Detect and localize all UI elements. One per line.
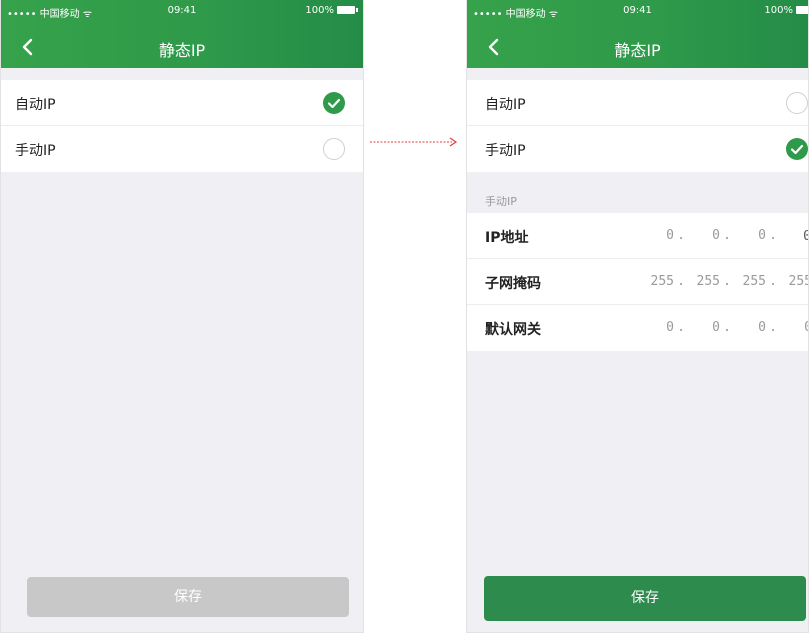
octet-separator: . xyxy=(677,320,685,335)
nav-bar: ••••• 中国移动 ᯤ 09:41 100% 静态IP xyxy=(1,0,363,68)
octet-separator: . xyxy=(677,274,685,289)
octet-separator: . xyxy=(677,228,685,243)
battery-percent: 100% xyxy=(305,5,334,16)
status-bar: ••••• 中国移动 ᯤ 09:41 100% xyxy=(1,0,363,22)
octet-input[interactable]: 255 xyxy=(780,274,808,289)
octet-inputs: 0. 0. 0. 0 xyxy=(642,320,808,335)
radio-checked[interactable] xyxy=(786,138,808,160)
octet-input[interactable]: 255 xyxy=(688,274,720,289)
ip-mode-list: 自动IP 手动IP xyxy=(1,80,363,172)
field-label: 默认网关 xyxy=(485,322,541,338)
option-manual-ip[interactable]: 手动IP xyxy=(1,126,363,172)
option-label: 手动IP xyxy=(485,143,526,159)
octet-value: 0 xyxy=(803,229,808,244)
save-button-disabled: 保存 xyxy=(27,577,349,617)
octet-separator: . xyxy=(769,320,777,335)
octet-separator: . xyxy=(769,274,777,289)
ip-fields-list: IP地址 0. 0. 0. 0 子网掩码 255. 255. 255. 255 … xyxy=(467,213,808,351)
octet-input[interactable]: 0 xyxy=(688,228,720,244)
option-label: 自动IP xyxy=(485,97,526,113)
check-circle-icon xyxy=(327,98,341,109)
status-bar: ••••• 中国移动 ᯤ 09:41 100% xyxy=(467,0,808,22)
section-header-manual-ip: 手动IP xyxy=(485,195,517,208)
field-label: 子网掩码 xyxy=(485,276,541,292)
battery-percent: 100% xyxy=(764,5,793,16)
option-label: 手动IP xyxy=(15,143,56,159)
octet-inputs: 0. 0. 0. 0 xyxy=(642,228,808,244)
octet-input[interactable]: 0 xyxy=(734,228,766,244)
option-manual-ip[interactable]: 手动IP xyxy=(467,126,808,172)
battery-status: 100% xyxy=(764,5,808,16)
octet-input[interactable]: 255 xyxy=(734,274,766,289)
default-gateway-field[interactable]: 默认网关 0. 0. 0. 0 xyxy=(467,305,808,351)
octet-separator: . xyxy=(723,274,731,289)
save-button[interactable]: 保存 xyxy=(484,576,806,621)
field-label: IP地址 xyxy=(485,230,529,246)
phone-screen-manual-ip: ••••• 中国移动 ᯤ 09:41 100% 静态IP 自动IP 手动IP 手… xyxy=(466,0,809,633)
battery-status: 100% xyxy=(305,5,358,16)
radio-checked[interactable] xyxy=(323,92,345,114)
octet-input[interactable]: 0 xyxy=(688,320,720,335)
option-label: 自动IP xyxy=(15,97,56,113)
empty-circle-icon[interactable] xyxy=(786,92,808,114)
option-auto-ip[interactable]: 自动IP xyxy=(1,80,363,126)
battery-icon xyxy=(337,6,358,14)
page-title: 静态IP xyxy=(614,41,661,60)
octet-input-focused[interactable]: 0 xyxy=(780,228,808,244)
transition-arrow-icon xyxy=(370,137,458,147)
octet-input[interactable]: 0 xyxy=(642,228,674,244)
page-title: 静态IP xyxy=(158,41,206,60)
ip-mode-list: 自动IP 手动IP xyxy=(467,80,808,172)
ip-address-field[interactable]: IP地址 0. 0. 0. 0 xyxy=(467,213,808,259)
subnet-mask-field[interactable]: 子网掩码 255. 255. 255. 255 xyxy=(467,259,808,305)
nav-bar: ••••• 中国移动 ᯤ 09:41 100% 静态IP xyxy=(467,0,808,68)
octet-input[interactable]: 0 xyxy=(780,320,808,335)
battery-icon xyxy=(796,6,808,14)
octet-input[interactable]: 0 xyxy=(642,320,674,335)
octet-separator: . xyxy=(723,320,731,335)
octet-input[interactable]: 255 xyxy=(642,274,674,289)
octet-separator: . xyxy=(723,228,731,243)
option-auto-ip[interactable]: 自动IP xyxy=(467,80,808,126)
octet-inputs: 255. 255. 255. 255 xyxy=(642,274,808,289)
octet-separator: . xyxy=(769,228,777,243)
octet-input[interactable]: 0 xyxy=(734,320,766,335)
check-circle-icon xyxy=(790,144,804,155)
phone-screen-auto-ip: ••••• 中国移动 ᯤ 09:41 100% 静态IP 自动IP 手动IP 保… xyxy=(0,0,364,633)
empty-circle-icon[interactable] xyxy=(323,138,345,160)
status-time: 09:41 xyxy=(623,5,652,16)
